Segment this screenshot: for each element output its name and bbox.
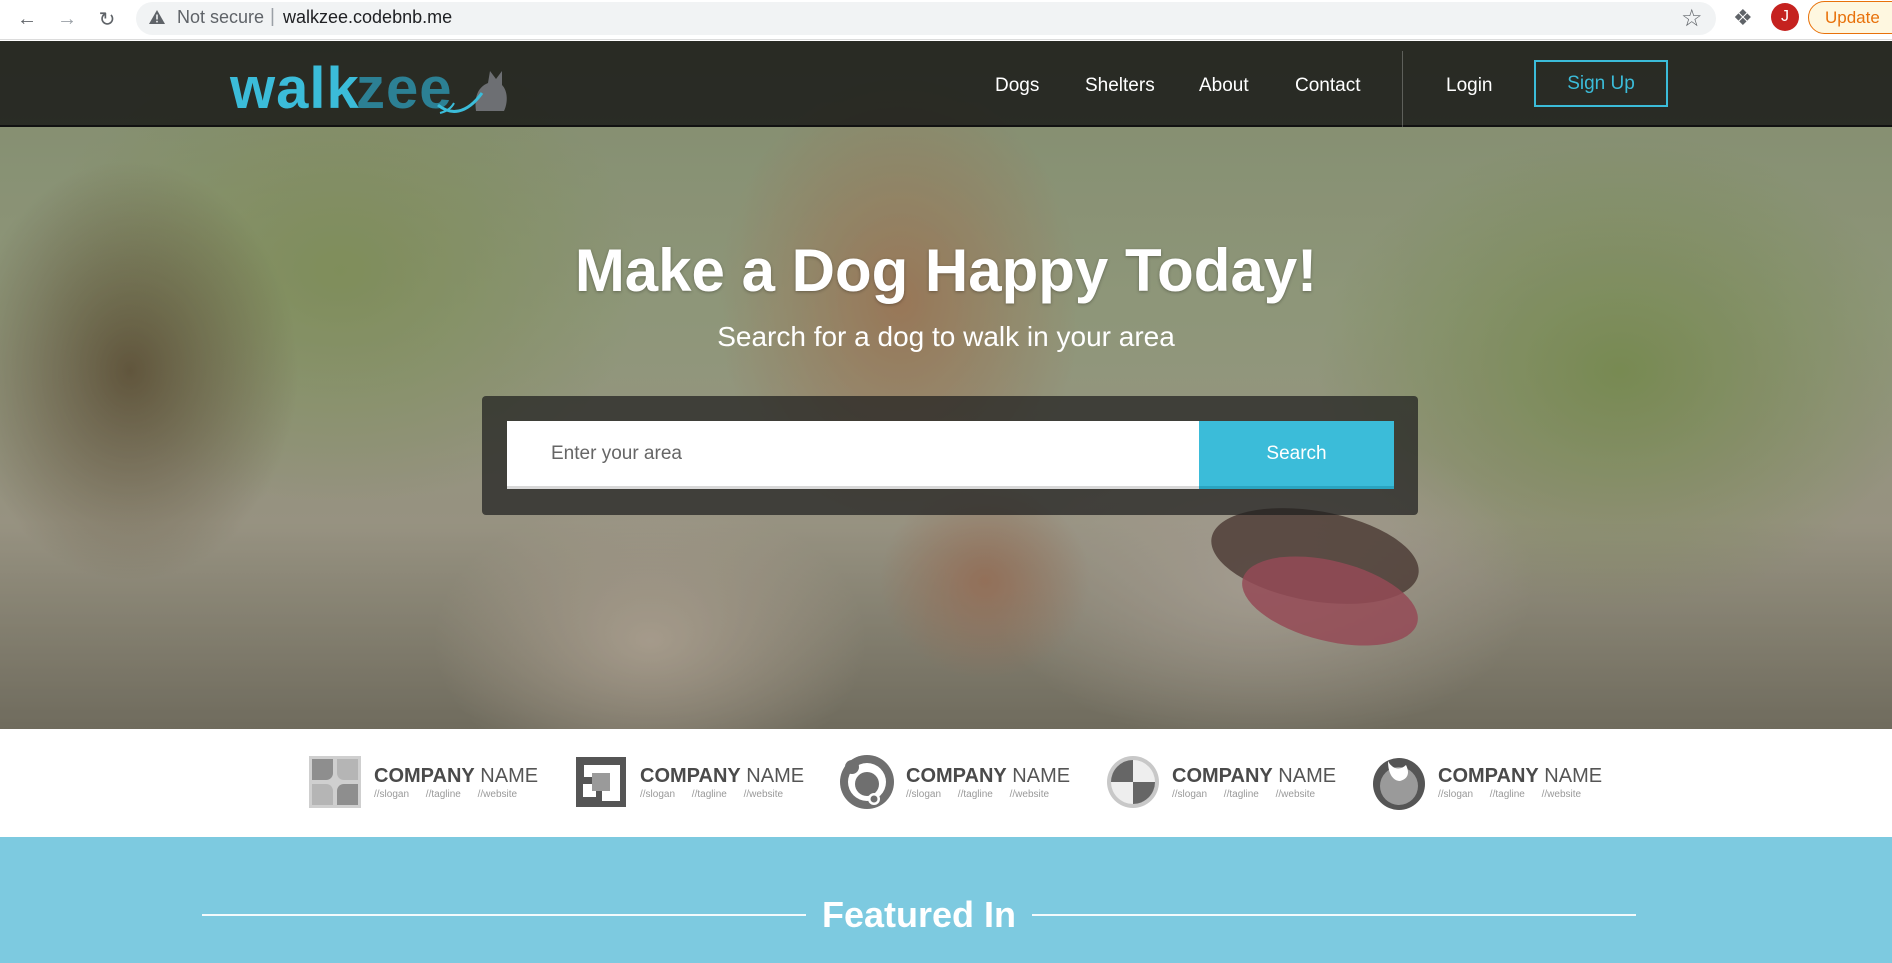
- forward-icon[interactable]: →: [52, 4, 82, 34]
- nav-divider: [1402, 51, 1403, 127]
- dog-logo-icon: [437, 71, 507, 114]
- hero-section: walk zee Dogs Shelters About Contact Log…: [0, 41, 1892, 729]
- site-header: walk zee Dogs Shelters About Contact Log…: [0, 41, 1892, 127]
- partner-logos-strip: COMPANY NAME //slogan //tagline //websit…: [0, 729, 1892, 837]
- featured-divider-right: [1032, 914, 1636, 916]
- nav-contact[interactable]: Contact: [1295, 75, 1360, 97]
- partner-logo: COMPANY NAME //slogan //tagline //websit…: [572, 751, 805, 815]
- nav-shelters[interactable]: Shelters: [1085, 75, 1155, 97]
- profile-avatar[interactable]: J: [1771, 3, 1799, 31]
- bookmark-star-icon[interactable]: ☆: [1681, 4, 1703, 33]
- extensions-puzzle-icon[interactable]: ❖: [1733, 5, 1753, 31]
- circles-icon: [840, 755, 894, 809]
- update-button[interactable]: Update: [1808, 1, 1892, 34]
- hero-title: Make a Dog Happy Today!: [574, 237, 1318, 304]
- back-icon[interactable]: ←: [12, 4, 42, 34]
- browser-toolbar: ← → ↻ Not secure | walkzee.codebnb.me ☆ …: [0, 0, 1892, 40]
- area-search-input[interactable]: [507, 421, 1199, 489]
- partner-meta: //slogan //tagline //website: [374, 789, 518, 800]
- partner-meta: //slogan //tagline //website: [640, 789, 784, 800]
- partner-logo: COMPANY NAME //slogan //tagline //websit…: [838, 751, 1071, 815]
- search-button[interactable]: Search: [1199, 421, 1394, 489]
- login-link[interactable]: Login: [1446, 75, 1493, 97]
- security-label[interactable]: Not secure: [177, 7, 264, 28]
- nav-about[interactable]: About: [1199, 75, 1249, 97]
- featured-logos-row: [280, 953, 510, 963]
- url-text[interactable]: walkzee.codebnb.me: [283, 7, 452, 28]
- search-panel: Search: [482, 396, 1418, 515]
- partner-name: COMPANY NAME: [1438, 765, 1603, 787]
- nested-squares-icon: [576, 757, 626, 807]
- partner-logo: COMPANY NAME //slogan //tagline //websit…: [1104, 751, 1337, 815]
- partner-name: COMPANY NAME: [1172, 765, 1337, 787]
- partner-name: COMPANY NAME: [640, 765, 805, 787]
- partner-meta: //slogan //tagline //website: [906, 789, 1050, 800]
- hero-subtitle: Search for a dog to walk in your area: [717, 321, 1175, 352]
- signup-button[interactable]: Sign Up: [1534, 60, 1668, 107]
- partner-name: COMPANY NAME: [374, 765, 539, 787]
- partner-meta: //slogan //tagline //website: [1172, 789, 1316, 800]
- nav-dogs[interactable]: Dogs: [995, 75, 1039, 97]
- logo-text-walk: walk: [230, 56, 360, 121]
- url-separator: |: [270, 6, 275, 27]
- hero-photo-overlay: [0, 41, 1892, 729]
- quad-leaf-icon: [309, 756, 361, 808]
- partner-logo: COMPANY NAME //slogan //tagline //websit…: [306, 751, 539, 815]
- quartered-circle-icon: [1107, 756, 1159, 808]
- reload-icon[interactable]: ↻: [92, 4, 122, 34]
- flame-circle-icon: [1373, 758, 1425, 810]
- walkzee-logo[interactable]: walk zee: [230, 53, 510, 123]
- featured-in-section: Featured In: [0, 837, 1892, 963]
- partner-meta: //slogan //tagline //website: [1438, 789, 1582, 800]
- partner-logo: COMPANY NAME //slogan //tagline //websit…: [1370, 751, 1603, 815]
- partner-name: COMPANY NAME: [906, 765, 1071, 787]
- warning-icon[interactable]: [148, 9, 166, 25]
